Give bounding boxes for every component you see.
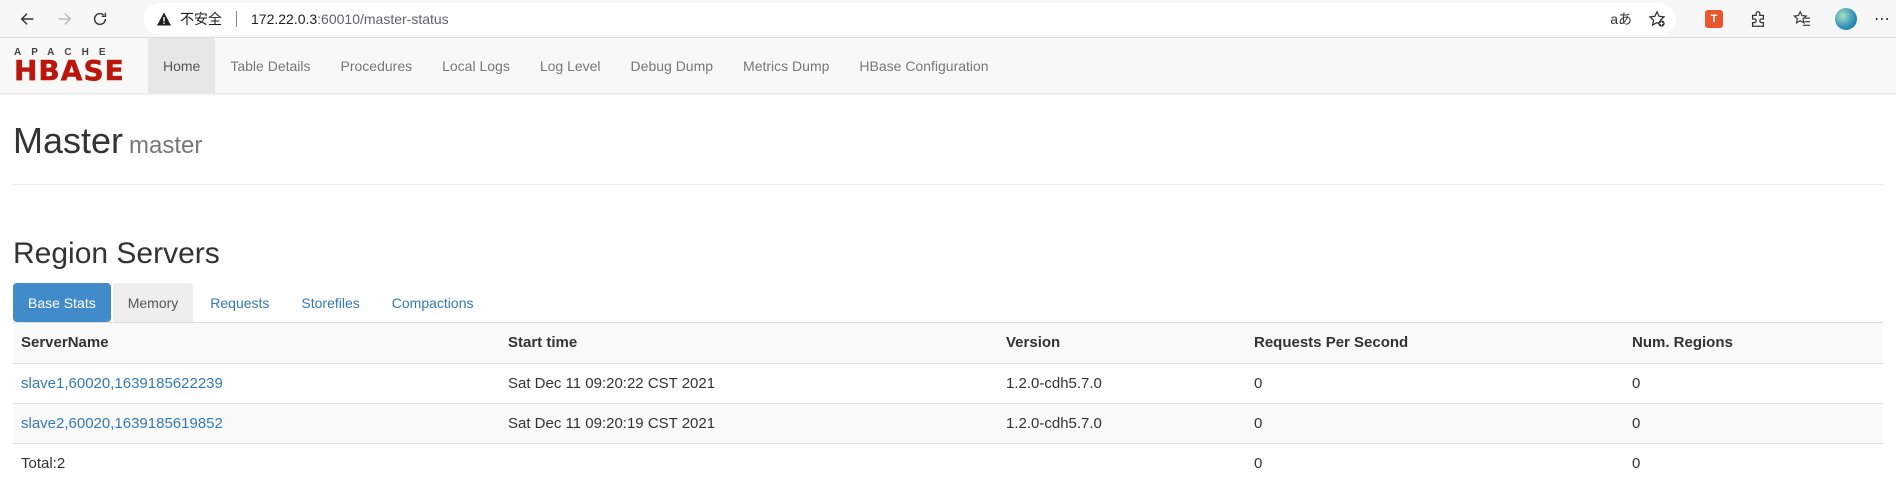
tab-compactions[interactable]: Compactions [377,283,489,322]
total-rps-cell: 0 [1246,442,1624,483]
forward-button[interactable] [46,1,82,37]
region-servers-tabs: Base Stats Memory Requests Storefiles Co… [13,283,1883,323]
favorites-list-icon [1793,10,1811,26]
more-dots-icon: ⋯ [1874,11,1890,28]
total-label-cell: Total:2 [13,442,500,483]
region-servers-table: ServerName Start time Version Requests P… [13,323,1883,483]
address-bar[interactable]: 不安全 172.22.0.3:60010/master-status aあ [144,3,1676,35]
puzzle-icon [1751,11,1765,27]
start-time-cell: Sat Dec 11 09:20:19 CST 2021 [500,402,998,443]
server-link[interactable]: slave2,60020,1639185619852 [21,415,223,432]
nav-table-details[interactable]: Table Details [215,38,325,93]
column-header: Num. Regions [1624,323,1883,364]
regions-cell: 0 [1624,362,1883,403]
nav-home[interactable]: Home [148,38,216,93]
page-header: Master master [13,120,1883,185]
nav-log-level[interactable]: Log Level [525,38,616,93]
column-header: Version [998,323,1246,364]
refresh-icon [93,12,107,25]
empty-cell [998,442,1246,483]
logo-hbase-text: HBASE [14,54,125,87]
empty-cell [500,442,998,483]
total-row: Total:2 0 0 [13,442,1883,483]
server-name-cell: slave2,60020,1639185619852 [13,402,500,443]
rps-cell: 0 [1246,362,1624,403]
address-separator [236,11,237,27]
nav-procedures[interactable]: Procedures [326,38,428,93]
arrow-right-icon [58,12,72,25]
version-cell: 1.2.0-cdh5.7.0 [998,402,1246,443]
column-header: ServerName [13,323,500,364]
tab-base-stats[interactable]: Base Stats [13,283,111,322]
extensions-button[interactable] [1736,0,1780,38]
version-cell: 1.2.0-cdh5.7.0 [998,362,1246,403]
hbase-logo[interactable]: APACHE HBASE [0,38,148,94]
arrow-left-icon [20,12,34,25]
read-aloud-icon[interactable]: aあ [1610,9,1632,29]
main-content: Master master Region Servers Base Stats M… [0,120,1896,483]
nav-hbase-configuration[interactable]: HBase Configuration [844,38,1003,93]
favorites-button[interactable] [1780,0,1824,38]
profile-button[interactable] [1824,0,1868,38]
column-header: Start time [500,323,998,364]
extension-app-icon: T [1705,10,1723,28]
tab-storefiles[interactable]: Storefiles [286,283,374,322]
nav-metrics-dump[interactable]: Metrics Dump [728,38,844,93]
hbase-navbar: APACHE HBASE Home Table Details Procedur… [0,38,1896,94]
regions-cell: 0 [1624,402,1883,443]
url-host: 172.22.0.3 [251,11,318,27]
nav-debug-dump[interactable]: Debug Dump [616,38,729,93]
insecure-label[interactable]: 不安全 [180,9,222,29]
region-servers-title: Region Servers [13,237,220,270]
back-button[interactable] [10,1,46,37]
column-header: Requests Per Second [1246,323,1624,364]
table-row: slave2,60020,1639185619852 Sat Dec 11 09… [13,402,1883,443]
rps-cell: 0 [1246,402,1624,443]
page-title: Master master [13,120,1883,162]
total-regions-cell: 0 [1624,442,1883,483]
page-subtitle: master [129,132,203,159]
warning-icon [157,12,171,26]
table-row: slave1,60020,1639185622239 Sat Dec 11 09… [13,362,1883,403]
table-header-row: ServerName Start time Version Requests P… [13,323,1883,364]
nav-local-logs[interactable]: Local Logs [427,38,525,93]
add-favorite-icon[interactable] [1648,10,1666,28]
nav-menu: Home Table Details Procedures Local Logs… [148,38,1004,93]
refresh-button[interactable] [82,1,118,37]
more-button[interactable]: ⋯ [1868,0,1896,38]
start-time-cell: Sat Dec 11 09:20:22 CST 2021 [500,362,998,403]
extension-button[interactable]: T [1692,0,1736,38]
tab-requests[interactable]: Requests [195,283,284,322]
server-name-cell: slave1,60020,1639185622239 [13,362,500,403]
page-title-text: Master [13,120,124,161]
tab-memory[interactable]: Memory [112,283,194,322]
server-link[interactable]: slave1,60020,1639185622239 [21,375,223,392]
url-path: :60010/master-status [317,11,449,27]
profile-avatar-icon [1835,8,1857,30]
browser-toolbar: 不安全 172.22.0.3:60010/master-status aあ T … [0,0,1896,38]
